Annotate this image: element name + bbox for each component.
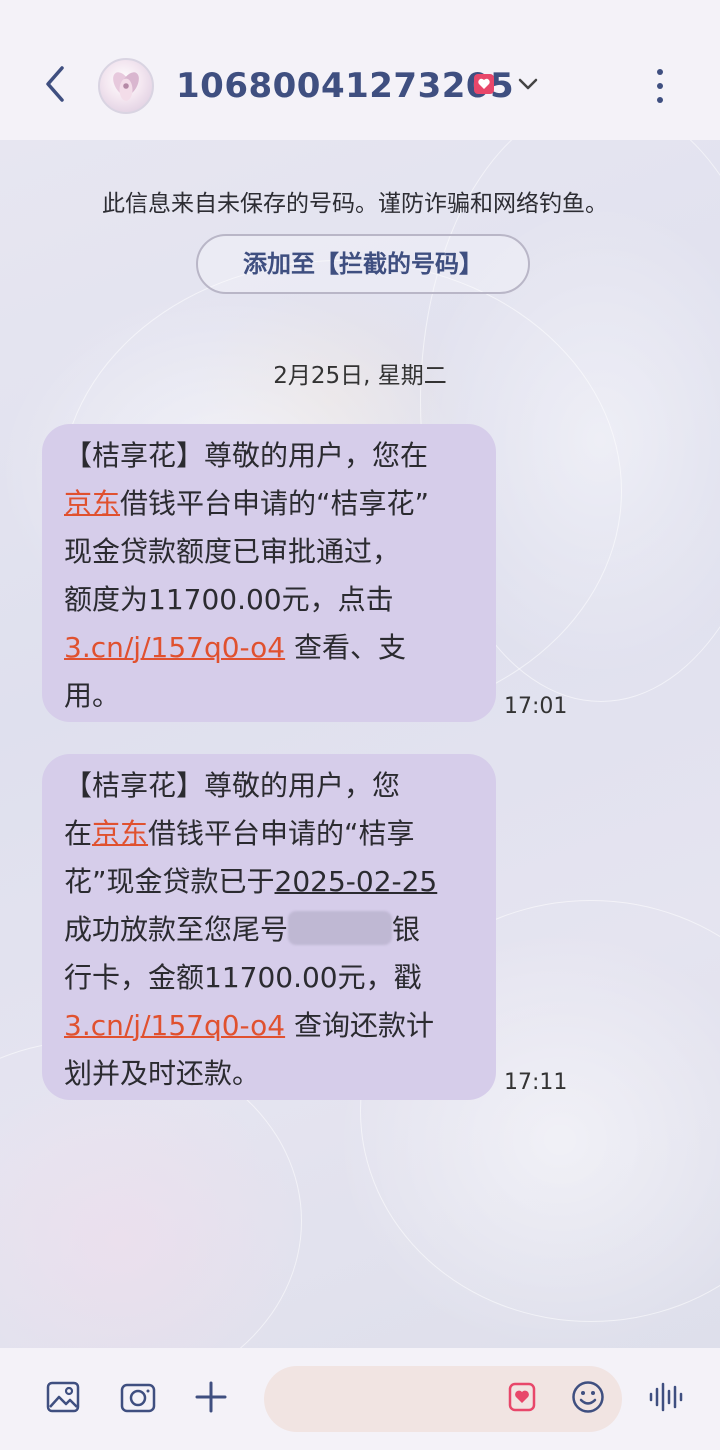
message-text: 行卡，金额11700.00元，戳 <box>64 961 422 994</box>
message-link[interactable]: 3.cn/j/157q0-o4 <box>64 631 285 664</box>
message-text: 花”现金贷款已于 <box>64 865 275 898</box>
message-text: 用。 <box>64 679 121 712</box>
message-time: 17:11 <box>504 1070 568 1095</box>
more-icon[interactable] <box>650 66 670 106</box>
message-text: 借钱平台申请的“桔享花” <box>120 487 430 520</box>
message-link[interactable]: 3.cn/j/157q0-o4 <box>64 1009 285 1042</box>
message-text: 借钱平台申请的“桔享 <box>148 817 415 850</box>
chevron-down-icon[interactable] <box>516 74 540 94</box>
plus-icon[interactable] <box>194 1380 228 1414</box>
message-text: 成功放款至您尾号 <box>64 913 289 946</box>
voice-icon[interactable] <box>648 1381 684 1413</box>
emoji-pink-icon[interactable] <box>508 1381 536 1413</box>
message-text: 额度为11700.00元，点击 <box>64 583 394 616</box>
message-text: 现金贷款额度已审批通过， <box>64 535 401 568</box>
compose-bar <box>0 1348 720 1450</box>
smiley-icon[interactable] <box>571 1380 605 1414</box>
message-text: 【桔享花】尊敬的用户，您在 <box>64 439 429 472</box>
message-bubble[interactable]: 【桔享花】尊敬的用户，您在 京东借钱平台申请的“桔享花” 现金贷款额度已审批通过… <box>42 424 496 722</box>
camera-icon[interactable] <box>120 1381 156 1413</box>
chat-area[interactable]: 此信息来自未保存的号码。谨防诈骗和网络钓鱼。 添加至【拦截的号码】 2月25日,… <box>0 140 720 1348</box>
spam-tag-icon <box>474 74 494 94</box>
message-link[interactable]: 京东 <box>64 487 120 520</box>
back-icon[interactable] <box>38 62 74 106</box>
message-link[interactable]: 京东 <box>92 817 148 850</box>
redacted-card-number <box>288 911 393 945</box>
gallery-icon[interactable] <box>46 1381 80 1413</box>
date-divider: 2月25日, 星期二 <box>273 363 447 389</box>
message-text: 银 <box>392 913 421 946</box>
avatar[interactable] <box>98 58 154 114</box>
message-bubble[interactable]: 【桔享花】尊敬的用户，您 在京东借钱平台申请的“桔享 花”现金贷款已于2025-… <box>42 754 496 1100</box>
message-text: 划并及时还款。 <box>64 1057 261 1090</box>
conversation-header: 10680041273205 <box>0 0 720 140</box>
message-time: 17:01 <box>504 694 568 719</box>
add-to-blocked-button[interactable]: 添加至【拦截的号码】 <box>196 234 530 294</box>
message-text: 【桔享花】尊敬的用户，您 <box>64 769 401 802</box>
contact-number[interactable]: 10680041273205 <box>176 62 514 110</box>
message-date-link[interactable]: 2025-02-25 <box>275 865 438 898</box>
message-text: 在 <box>64 817 93 850</box>
unsaved-number-warning: 此信息来自未保存的号码。谨防诈骗和网络钓鱼。 <box>102 191 608 217</box>
message-text: 查询还款计 <box>285 1009 435 1042</box>
flower-avatar-icon <box>113 72 139 101</box>
message-text: 查看、支 <box>285 631 407 664</box>
message-input[interactable] <box>264 1366 622 1432</box>
